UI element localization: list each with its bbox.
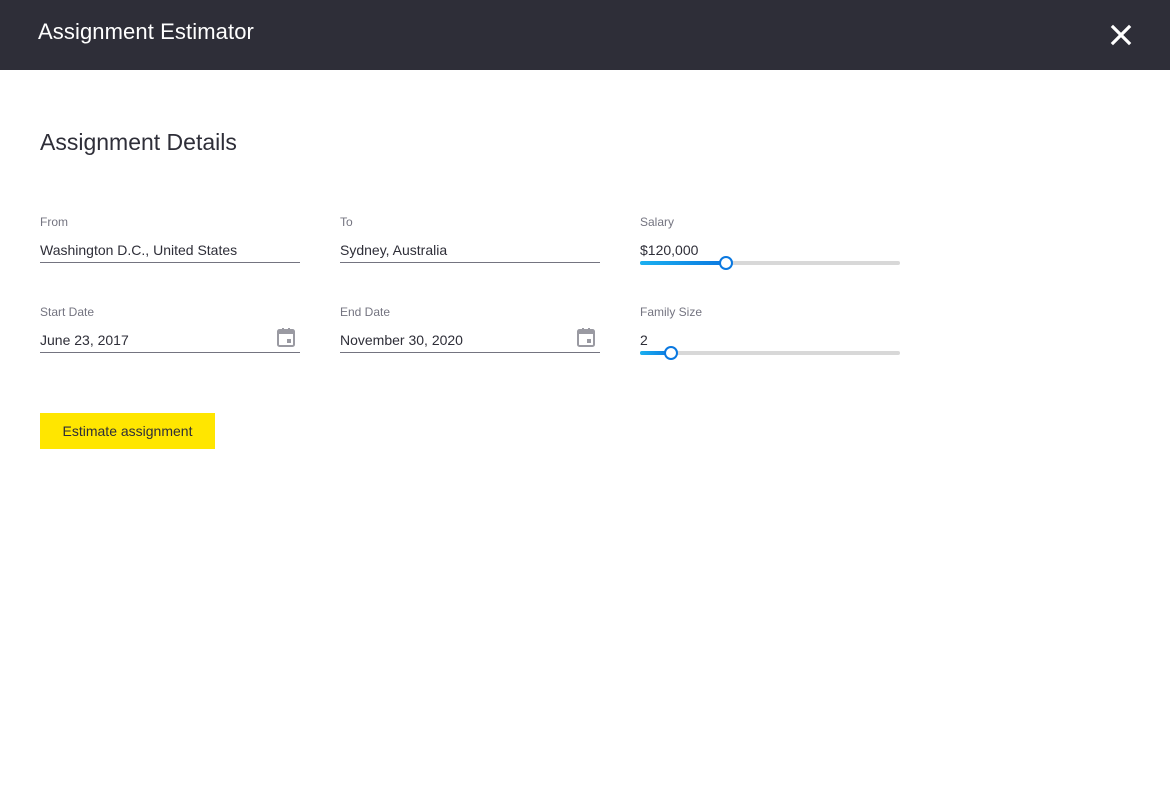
salary-value: $120,000 — [640, 242, 699, 258]
app-title: Assignment Estimator — [38, 19, 254, 44]
end-date-picker-button[interactable] — [576, 327, 596, 347]
end-date-input[interactable]: November 30, 2020 — [340, 332, 463, 348]
family-size-slider-thumb[interactable] — [664, 346, 678, 360]
close-icon — [1110, 24, 1132, 46]
family-size-label: Family Size — [640, 305, 703, 319]
from-label: From — [40, 215, 68, 229]
family-size-slider[interactable] — [640, 346, 900, 360]
to-field[interactable]: To Sydney, Australia — [340, 215, 600, 275]
salary-slider[interactable] — [640, 256, 900, 270]
to-underline — [340, 262, 600, 263]
estimate-assignment-button[interactable]: Estimate assignment — [40, 413, 215, 449]
salary-slider-fill — [640, 261, 726, 265]
to-input[interactable]: Sydney, Australia — [340, 242, 447, 258]
calendar-icon — [277, 328, 295, 347]
end-date-underline — [340, 352, 600, 353]
to-label: To — [340, 215, 353, 229]
section-title: Assignment Details — [40, 129, 237, 155]
salary-label: Salary — [640, 215, 675, 229]
calendar-icon — [577, 328, 595, 347]
start-date-input[interactable]: June 23, 2017 — [40, 332, 129, 348]
family-size-field: Family Size 2 — [640, 305, 900, 365]
family-size-slider-track[interactable] — [640, 351, 900, 355]
app-header: Assignment Estimator — [0, 0, 1170, 70]
start-date-field[interactable]: Start Date June 23, 2017 — [40, 305, 300, 365]
from-input[interactable]: Washington D.C., United States — [40, 242, 237, 258]
end-date-field[interactable]: End Date November 30, 2020 — [340, 305, 600, 365]
family-size-value: 2 — [640, 332, 648, 348]
from-underline — [40, 262, 300, 263]
start-date-picker-button[interactable] — [276, 327, 296, 347]
start-date-underline — [40, 352, 300, 353]
salary-field: Salary $120,000 — [640, 215, 900, 275]
close-button[interactable] — [1106, 20, 1136, 50]
from-field[interactable]: From Washington D.C., United States — [40, 215, 300, 275]
start-date-label: Start Date — [40, 305, 95, 319]
end-date-label: End Date — [340, 305, 391, 319]
salary-slider-thumb[interactable] — [719, 256, 733, 270]
